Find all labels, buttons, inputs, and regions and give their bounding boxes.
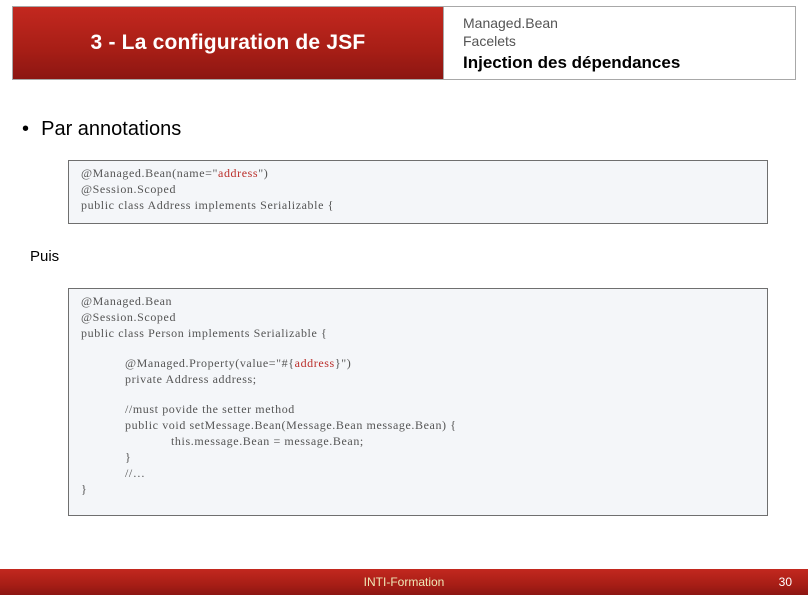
code-text: @Managed.Bean(name=" — [81, 166, 218, 180]
label-puis: Puis — [30, 248, 59, 265]
blank-line — [81, 341, 757, 355]
code-line: @Managed.Property(value="#{address}") — [81, 355, 757, 371]
code-block-2: @Managed.Bean @Session.Scoped public cla… — [68, 288, 768, 516]
code-red: address — [218, 166, 258, 180]
code-line: @Session.Scoped — [81, 181, 757, 197]
blank-line — [81, 387, 757, 401]
bullet-par-annotations: • Par annotations — [22, 118, 181, 141]
bullet-dot: • — [22, 118, 30, 141]
footer-page-number: 30 — [779, 569, 792, 595]
code-line: } — [81, 449, 757, 465]
code-line: private Address address; — [81, 371, 757, 387]
footer-center: INTI-Formation — [364, 569, 445, 595]
code-line: public class Person implements Serializa… — [81, 325, 757, 341]
code-line: @Managed.Bean — [81, 293, 757, 309]
header-sub3: Injection des dépendances — [463, 53, 781, 73]
header-right: Managed.Bean Facelets Injection des dépe… — [445, 7, 795, 79]
code-line: } — [81, 481, 757, 497]
code-line: public void setMessage.Bean(Message.Bean… — [81, 417, 757, 433]
header-sub1: Managed.Bean — [463, 15, 781, 31]
code-block-1: @Managed.Bean(name="address") @Session.S… — [68, 160, 768, 224]
code-line: public class Address implements Serializ… — [81, 197, 757, 213]
bullet-label: Par annotations — [41, 118, 181, 140]
code-line: @Session.Scoped — [81, 309, 757, 325]
header-title: 3 - La configuration de JSF — [91, 31, 366, 55]
slide-header: 3 - La configuration de JSF Managed.Bean… — [12, 6, 796, 80]
code-text: @Managed.Property(value="#{ — [125, 356, 295, 370]
code-line: this.message.Bean = message.Bean; — [81, 433, 757, 449]
code-red: address — [295, 356, 335, 370]
code-text: ") — [258, 166, 268, 180]
code-line: //must povide the setter method — [81, 401, 757, 417]
header-sub2: Facelets — [463, 33, 781, 49]
slide: 3 - La configuration de JSF Managed.Bean… — [0, 0, 808, 595]
code-line: //… — [81, 465, 757, 481]
code-line: @Managed.Bean(name="address") — [81, 165, 757, 181]
header-left: 3 - La configuration de JSF — [13, 7, 444, 79]
code-text: }") — [335, 356, 351, 370]
